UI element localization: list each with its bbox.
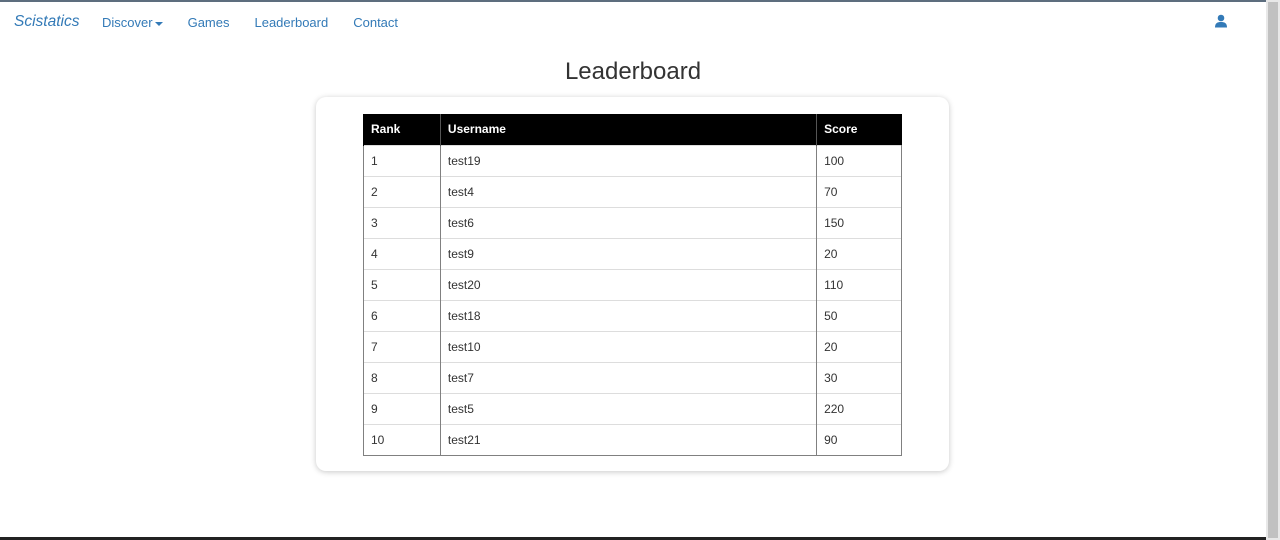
user-icon[interactable] xyxy=(1214,14,1228,28)
username-cell: test10 xyxy=(439,330,817,362)
header-score: Score xyxy=(816,114,902,145)
table-row: 3 test6 150 xyxy=(363,206,902,238)
table-row: 4 test9 20 xyxy=(363,237,902,269)
username-cell: test6 xyxy=(439,206,817,238)
table-row: 6 test18 50 xyxy=(363,299,902,331)
page-title: Leaderboard xyxy=(564,58,702,85)
scrollbar-thumb[interactable] xyxy=(1268,2,1278,538)
nav-contact[interactable]: Contact xyxy=(353,15,398,30)
score-cell: 100 xyxy=(816,144,902,176)
rank-cell: 6 xyxy=(363,299,441,331)
nav-links: Discover Games Leaderboard Contact xyxy=(102,15,423,30)
username-cell: test7 xyxy=(439,361,817,393)
score-cell: 150 xyxy=(816,206,902,238)
username-cell: test9 xyxy=(439,237,817,269)
score-cell: 220 xyxy=(816,392,902,424)
table-row: 7 test10 20 xyxy=(363,330,902,362)
navbar: Scistatics Discover Games Leaderboard Co… xyxy=(0,2,1266,44)
username-cell: test19 xyxy=(439,144,817,176)
header-rank: Rank xyxy=(363,114,441,145)
leaderboard-table: Rank Username Score 1 test19 100 2 test4 70 3 t… xyxy=(363,114,902,456)
score-cell: 70 xyxy=(816,175,902,207)
score-cell: 20 xyxy=(816,237,902,269)
rank-cell: 5 xyxy=(363,268,441,300)
table-header-row: Rank Username Score xyxy=(363,114,902,145)
score-cell: 30 xyxy=(816,361,902,393)
leaderboard-body: 1 test19 100 2 test4 70 3 test6 150 4 test9 20 5 test… xyxy=(363,144,902,456)
caret-down-icon xyxy=(154,21,163,26)
score-cell: 90 xyxy=(816,423,902,456)
rank-cell: 7 xyxy=(363,330,441,362)
table-row: 8 test7 30 xyxy=(363,361,902,393)
header-username: Username xyxy=(439,114,817,145)
table-row: 2 test4 70 xyxy=(363,175,902,207)
score-cell: 50 xyxy=(816,299,902,331)
nav-games[interactable]: Games xyxy=(188,15,230,30)
nav-discover-label: Discover xyxy=(102,15,153,30)
username-cell: test18 xyxy=(439,299,817,331)
username-cell: test20 xyxy=(439,268,817,300)
score-cell: 110 xyxy=(816,268,902,300)
rank-cell: 3 xyxy=(363,206,441,238)
username-cell: test5 xyxy=(439,392,817,424)
table-row: 10 test21 90 xyxy=(363,423,902,456)
vertical-scrollbar[interactable] xyxy=(1266,0,1280,540)
leaderboard-card: Rank Username Score 1 test19 100 2 test4 70 3 t… xyxy=(316,97,949,471)
score-cell: 20 xyxy=(816,330,902,362)
rank-cell: 9 xyxy=(363,392,441,424)
rank-cell: 2 xyxy=(363,175,441,207)
brand-link[interactable]: Scistatics xyxy=(14,13,79,31)
table-row: 1 test19 100 xyxy=(363,144,902,176)
table-row: 9 test5 220 xyxy=(363,392,902,424)
rank-cell: 1 xyxy=(363,144,441,176)
table-row: 5 test20 110 xyxy=(363,268,902,300)
nav-discover-dropdown[interactable]: Discover xyxy=(102,15,163,30)
nav-leaderboard[interactable]: Leaderboard xyxy=(254,15,328,30)
username-cell: test4 xyxy=(439,175,817,207)
rank-cell: 8 xyxy=(363,361,441,393)
rank-cell: 4 xyxy=(363,237,441,269)
username-cell: test21 xyxy=(439,423,817,456)
rank-cell: 10 xyxy=(363,423,441,456)
